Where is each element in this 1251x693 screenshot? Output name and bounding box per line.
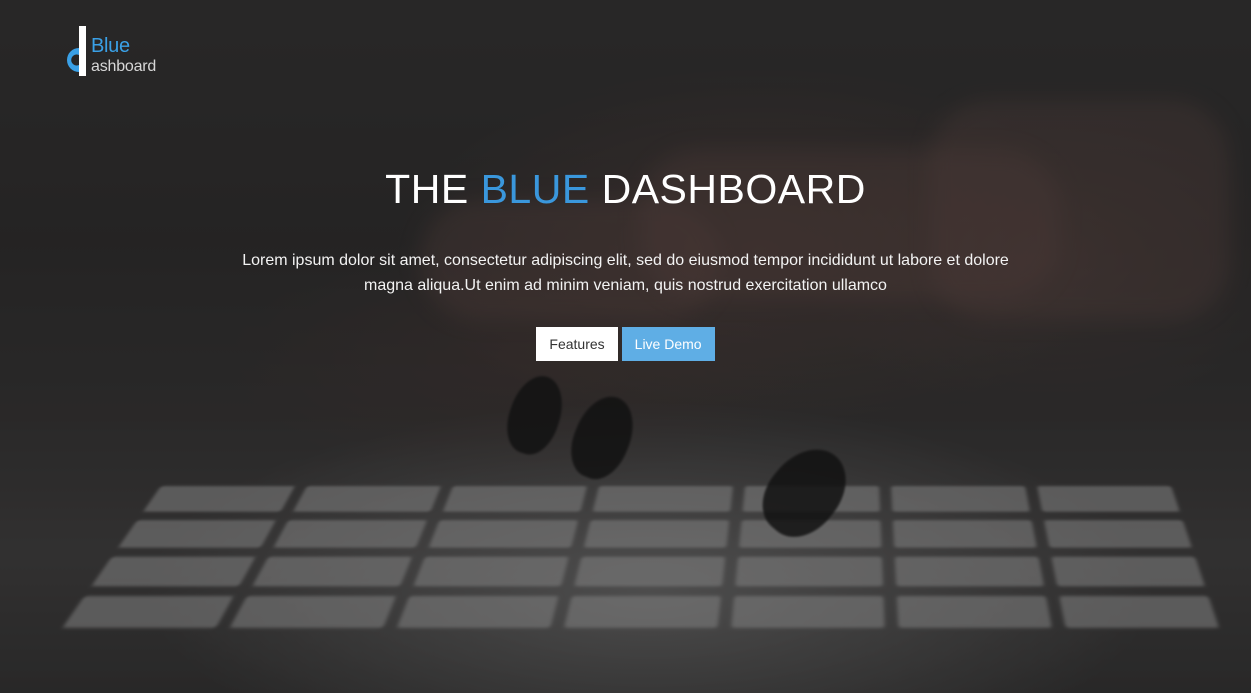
description-line-2: magna aliqua.Ut enim ad minim veniam, qu… — [364, 277, 887, 294]
title-part-dashboard: DASHBOARD — [601, 166, 866, 212]
title-highlight-blue: BLUE — [480, 166, 590, 212]
hero-title: THE BLUE DASHBOARD — [0, 165, 1251, 213]
brand-logo[interactable]: Blue ashboard — [55, 26, 185, 78]
logo-text-blue: Blue — [91, 35, 130, 57]
logo-text-ashboard: ashboard — [91, 58, 157, 75]
hero-content: THE BLUE DASHBOARD Lorem ipsum dolor sit… — [0, 165, 1251, 361]
logo-d-icon — [67, 26, 86, 76]
title-part-the: THE — [385, 166, 469, 212]
hero-actions: Features Live Demo — [0, 327, 1251, 361]
features-button[interactable]: Features — [536, 327, 618, 361]
hero-description: Lorem ipsum dolor sit amet, consectetur … — [196, 248, 1056, 298]
description-line-1: Lorem ipsum dolor sit amet, consectetur … — [242, 252, 1009, 269]
live-demo-button[interactable]: Live Demo — [621, 327, 715, 361]
hero-section: Blue ashboard THE BLUE DASHBOARD Lorem i… — [0, 0, 1251, 693]
